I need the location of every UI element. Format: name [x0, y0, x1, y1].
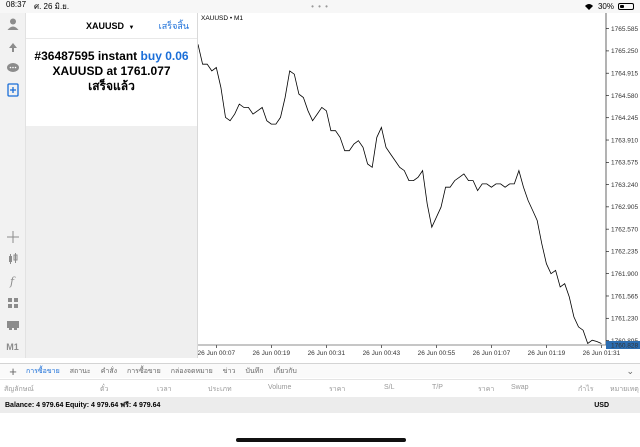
- col-sl[interactable]: S/L: [384, 384, 395, 391]
- status-time: 08:37: [6, 0, 27, 9]
- balance-bar: Balance: 4 979.64 Equity: 4 979.64 ฟรี: …: [0, 397, 640, 413]
- y-tick-label: 1764.580: [611, 93, 638, 100]
- tab-trade[interactable]: การซื้อขาย: [26, 366, 60, 377]
- y-tick-label: 1763.240: [611, 182, 638, 189]
- col-comment[interactable]: หมายเหตุ: [610, 384, 639, 395]
- battery-percent: 30%: [597, 2, 614, 11]
- multitask-dots[interactable]: • • •: [311, 2, 329, 11]
- chart-title: XAUUSD • M1: [201, 15, 244, 22]
- x-tick-label: 26 Jun 00:19: [253, 350, 291, 357]
- y-tick-label: 1761.230: [611, 316, 638, 323]
- chevron-down-icon: ▼: [128, 24, 135, 31]
- fill-price: 1761.077: [120, 64, 171, 78]
- left-toolbar: f M1: [0, 13, 26, 358]
- new-order-icon[interactable]: [0, 79, 26, 101]
- order-line: #36487595 instant buy 0.06: [26, 49, 197, 64]
- tab-mailbox[interactable]: กล่องจดหมาย: [171, 366, 213, 377]
- timeframe-icon[interactable]: M1: [0, 336, 26, 358]
- col-time[interactable]: เวลา: [157, 384, 172, 395]
- done-button[interactable]: เสร็จสิ้น: [159, 19, 189, 33]
- order-side-volume: buy 0.06: [140, 49, 189, 63]
- tab-news[interactable]: ข่าว: [223, 366, 236, 377]
- x-tick-label: 26 Jun 00:31: [308, 350, 346, 357]
- x-tick-label: 26 Jun 00:43: [363, 350, 401, 357]
- order-type: instant: [97, 49, 138, 63]
- y-tick-label: 1761.565: [611, 293, 638, 300]
- symbol-label: XAUUSD: [86, 20, 125, 31]
- price-series-line: [198, 44, 602, 345]
- crosshair-icon[interactable]: [0, 226, 26, 248]
- y-tick-label: 1763.910: [611, 137, 638, 144]
- y-tick-label: 1763.575: [611, 160, 638, 167]
- status-bar: 08:37 ศ. 26 มิ.ย. • • • 30%: [0, 0, 640, 13]
- trade-panel: XAUUSD ▼ เสร็จสิ้น #36487595 instant buy…: [26, 13, 197, 358]
- col-type[interactable]: ประเภท: [208, 384, 232, 395]
- y-tick-label: 1762.235: [611, 249, 638, 256]
- objects-icon[interactable]: [0, 292, 26, 314]
- x-tick-label: 26 Jun 00:55: [418, 350, 456, 357]
- y-tick-label: 1761.900: [611, 271, 638, 278]
- col-price[interactable]: ราคา: [329, 384, 345, 395]
- col-symbol[interactable]: สัญลักษณ์: [4, 384, 34, 395]
- trade-result-message: #36487595 instant buy 0.06 XAUUSD at 176…: [26, 39, 197, 94]
- account-icon[interactable]: [0, 13, 26, 35]
- tab-journal[interactable]: บันทึก: [245, 366, 263, 377]
- fill-text: XAUUSD at: [52, 64, 118, 78]
- y-tick-label: 1762.905: [611, 204, 638, 211]
- tab-orders[interactable]: คำสั่ง: [101, 366, 117, 377]
- add-tab-button[interactable]: +: [0, 364, 26, 379]
- app-root: 08:37 ศ. 26 มิ.ย. • • • 30% f M1 XAUUSD …: [0, 0, 640, 447]
- candles-icon[interactable]: [0, 248, 26, 270]
- balance-text: Balance: 4 979.64 Equity: 4 979.64 ฟรี: …: [5, 401, 161, 409]
- y-tick-label: 1764.915: [611, 70, 638, 77]
- price-chart[interactable]: 1765.585 1765.250 1764.915 1764.580 1764.245…: [197, 13, 640, 358]
- tab-about[interactable]: เกี่ยวกับ: [274, 366, 297, 377]
- col-profit[interactable]: กำไร: [578, 384, 593, 395]
- battery-fill: [620, 5, 625, 8]
- balance-currency: USD: [594, 401, 609, 409]
- trade-panel-header: XAUUSD ▼ เสร็จสิ้น: [26, 13, 197, 39]
- col-tp[interactable]: T/P: [432, 384, 443, 391]
- x-tick-label: 26 Jun 01:19: [528, 350, 566, 357]
- y-tick-label: 1762.570: [611, 226, 638, 233]
- x-tick-label: 26 Jun 00:07: [198, 350, 236, 357]
- x-tick-label: 26 Jun 01:31: [583, 350, 621, 357]
- y-tick-label: 1765.585: [611, 26, 638, 33]
- trade-result-card: XAUUSD ▼ เสร็จสิ้น #36487595 instant buy…: [26, 13, 197, 126]
- current-price-label: 1760.828: [611, 342, 638, 349]
- symbol-selector[interactable]: XAUUSD ▼: [86, 21, 134, 31]
- y-tick-label: 1764.245: [611, 115, 638, 122]
- status-right: 30%: [584, 2, 634, 11]
- order-status: เสร็จแล้ว: [88, 79, 135, 93]
- col-volume[interactable]: Volume: [268, 384, 291, 391]
- x-tick-label: 26 Jun 01:07: [473, 350, 511, 357]
- chevron-down-icon[interactable]: ⌄: [626, 366, 634, 377]
- indicator-icon[interactable]: f: [0, 270, 26, 292]
- wifi-icon: [584, 4, 593, 10]
- chat-icon[interactable]: [0, 57, 26, 79]
- col-ticket[interactable]: ตั๋ว: [100, 384, 108, 395]
- svg-text:f: f: [9, 275, 16, 288]
- home-indicator[interactable]: [236, 438, 406, 442]
- col-price-current[interactable]: ราคา: [478, 384, 494, 395]
- trade-table-header: สัญลักษณ์ ตั๋ว เวลา ประเภท Volume ราคา S…: [0, 379, 640, 396]
- fill-line: XAUUSD at 1761.077: [26, 64, 197, 79]
- tab-positions[interactable]: สถานะ: [70, 366, 91, 377]
- col-swap[interactable]: Swap: [511, 384, 529, 391]
- chart-canvas[interactable]: 1765.585 1765.250 1764.915 1764.580 1764.245…: [198, 13, 640, 358]
- tab-history[interactable]: การซื้อขาย: [127, 366, 161, 377]
- order-id: #36487595: [34, 49, 95, 63]
- battery-icon: [618, 3, 634, 10]
- y-tick-label: 1765.250: [611, 48, 638, 55]
- status-date: ศ. 26 มิ.ย.: [34, 2, 70, 11]
- status-left: 08:37 ศ. 26 มิ.ย.: [6, 0, 69, 13]
- bottom-tabs: + การซื้อขาย สถานะ คำสั่ง การซื้อขาย กล่…: [0, 363, 640, 379]
- trade-icon[interactable]: [0, 35, 26, 57]
- templates-icon[interactable]: [0, 314, 26, 336]
